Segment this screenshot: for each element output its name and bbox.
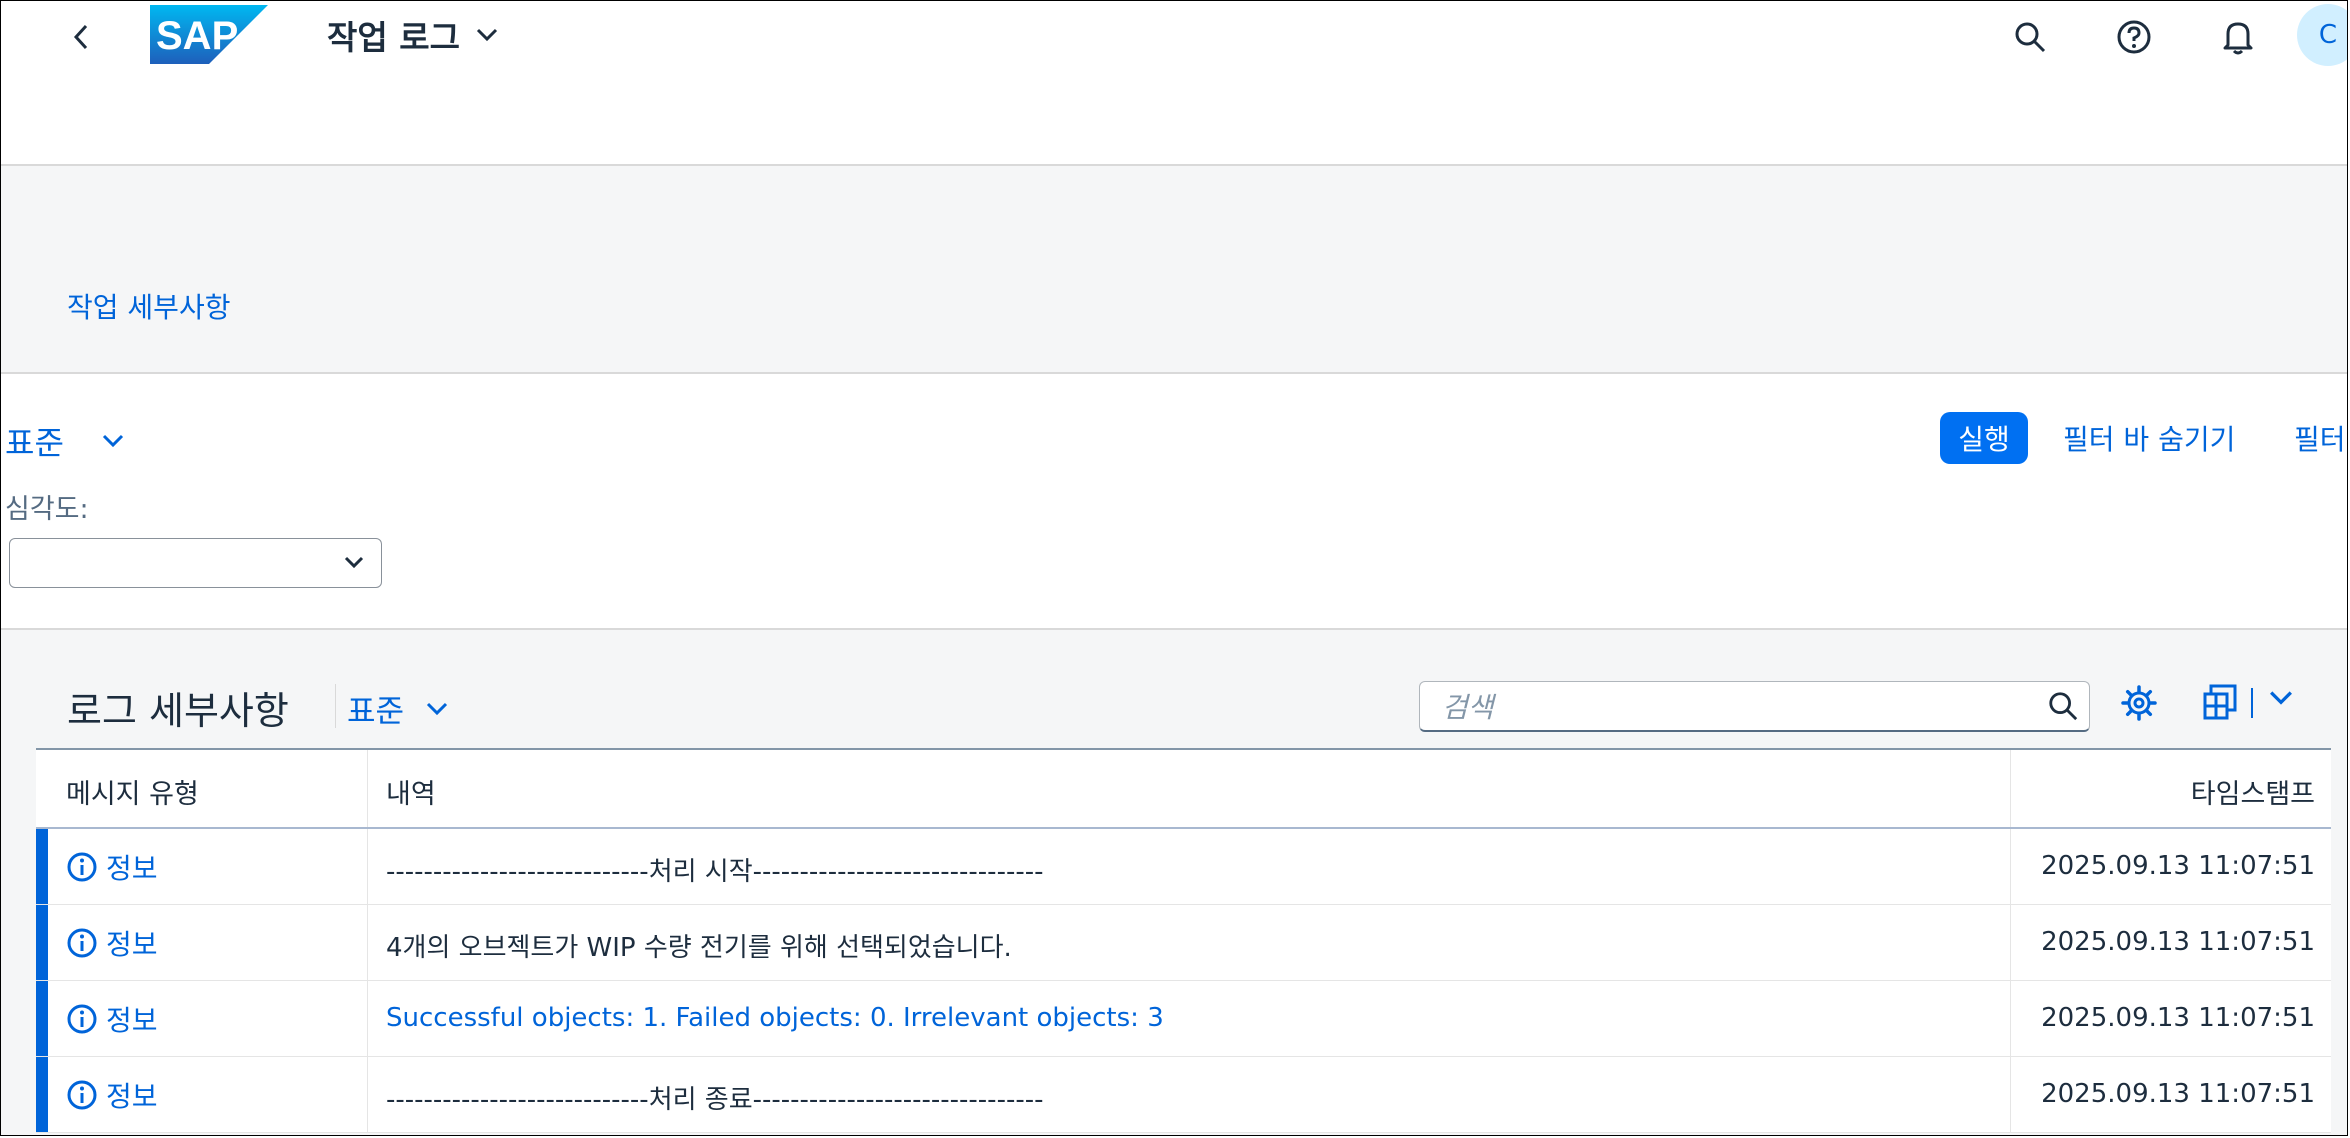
tab-job-details[interactable]: 작업 세부사항 — [67, 286, 230, 326]
help-icon — [2117, 20, 2151, 54]
message-type-label: 정보 — [106, 1004, 158, 1037]
sap-logo[interactable]: SAP — [150, 5, 268, 64]
description-text: ----------------------------처리 시작-------… — [386, 857, 1044, 887]
cell-description: 4개의 오브젝트가 WIP 수량 전기를 위해 선택되었습니다. — [368, 905, 2011, 980]
column-header-label: 메시지 유형 — [66, 779, 199, 810]
timestamp-text: 2025.09.13 11:07:51 — [2041, 1003, 2315, 1033]
export-button[interactable] — [2201, 682, 2241, 726]
user-avatar[interactable]: C — [2297, 4, 2347, 66]
filter-bar: 표준 실행 필터 바 숨기기 필터 심각도: — [1, 374, 2347, 630]
cell-message-type: 정보 — [36, 829, 368, 904]
table-header-row: 메시지 유형 내역 타임스탬프 — [36, 750, 2331, 829]
column-header-message-type[interactable]: 메시지 유형 — [36, 750, 368, 827]
run-button[interactable]: 실행 — [1940, 412, 2028, 464]
severity-label: 심각도: — [5, 494, 89, 525]
avatar-initial: C — [2318, 20, 2338, 50]
message-type-label: 정보 — [106, 852, 158, 885]
timestamp-text: 2025.09.13 11:07:51 — [2041, 927, 2315, 957]
table-variant-label: 표준 — [347, 694, 405, 730]
info-icon — [67, 852, 97, 882]
message-type-link[interactable]: 정보 — [66, 847, 158, 887]
variant-label: 표준 — [5, 424, 64, 462]
timestamp-text: 2025.09.13 11:07:51 — [2041, 1079, 2315, 1109]
info-icon — [67, 928, 97, 958]
log-details-section: 로그 세부사항 표준 검색 메시지 유형 내역 타임스탬프 정보 -------… — [1, 630, 2347, 1135]
message-type-link[interactable]: 정보 — [66, 999, 158, 1039]
cell-timestamp: 2025.09.13 11:07:51 — [2011, 981, 2331, 1056]
message-type-label: 정보 — [106, 928, 158, 961]
cell-timestamp: 2025.09.13 11:07:51 — [2011, 905, 2331, 980]
object-header: 작업 세부사항 — [1, 166, 2347, 374]
export-menu-button[interactable] — [2269, 690, 2293, 710]
cell-description: ----------------------------처리 시작-------… — [368, 829, 2011, 904]
log-table: 메시지 유형 내역 타임스탬프 정보 ---------------------… — [36, 748, 2331, 1133]
column-header-timestamp[interactable]: 타임스탬프 — [2011, 750, 2331, 827]
table-row[interactable]: 정보 Successful objects: 1. Failed objects… — [36, 981, 2331, 1057]
svg-text:SAP: SAP — [156, 14, 238, 58]
cell-description: ----------------------------처리 종료-------… — [368, 1057, 2011, 1132]
column-header-label: 타임스탬프 — [2190, 779, 2315, 810]
table-row[interactable]: 정보 4개의 오브젝트가 WIP 수량 전기를 위해 선택되었습니다. 2025… — [36, 905, 2331, 981]
description-link[interactable]: Successful objects: 1. Failed objects: 0… — [386, 1003, 1164, 1033]
export-divider — [2251, 688, 2253, 718]
notification-bell-icon — [2223, 22, 2253, 55]
app-title: 작업 로그 — [327, 18, 460, 57]
shell-bar: SAP 작업 로그 C — [1, 1, 2347, 166]
app-title-menu[interactable]: 작업 로그 — [327, 11, 498, 59]
export-spreadsheet-icon — [2203, 684, 2237, 720]
message-type-label: 정보 — [106, 1080, 158, 1113]
chevron-down-icon — [102, 434, 123, 448]
cell-message-type: 정보 — [36, 905, 368, 980]
timestamp-text: 2025.09.13 11:07:51 — [2041, 851, 2315, 881]
gear-icon — [2121, 685, 2157, 721]
help-button[interactable] — [2110, 13, 2158, 61]
table-settings-button[interactable] — [2119, 683, 2159, 727]
back-button[interactable] — [59, 15, 103, 59]
message-type-link[interactable]: 정보 — [66, 923, 158, 963]
severity-select[interactable] — [9, 538, 382, 588]
chevron-down-icon — [476, 28, 497, 42]
search-icon — [2015, 22, 2046, 53]
table-row[interactable]: 정보 ----------------------------처리 종료----… — [36, 1057, 2331, 1133]
title-divider — [335, 684, 336, 728]
cell-message-type: 정보 — [36, 1057, 368, 1132]
filters-button[interactable]: 필터 — [2294, 418, 2346, 458]
chevron-down-icon — [2270, 691, 2292, 705]
cell-message-type: 정보 — [36, 981, 368, 1056]
cell-timestamp: 2025.09.13 11:07:51 — [2011, 1057, 2331, 1132]
app-window: SAP 작업 로그 C 작업 세부사항 표준 실행 필터 바 숨기기 필터 심각… — [0, 0, 2348, 1136]
description-text: ----------------------------처리 종료-------… — [386, 1085, 1044, 1115]
chevron-down-icon — [344, 556, 364, 569]
hide-filter-bar-button[interactable]: 필터 바 숨기기 — [2063, 418, 2235, 458]
message-type-link[interactable]: 정보 — [66, 1075, 158, 1115]
column-header-label: 내역 — [386, 779, 436, 810]
cell-timestamp: 2025.09.13 11:07:51 — [2011, 829, 2331, 904]
info-icon — [67, 1080, 97, 1110]
description-text: 4개의 오브젝트가 WIP 수량 전기를 위해 선택되었습니다. — [386, 933, 1012, 963]
table-variant-selector[interactable]: 표준 — [347, 686, 448, 731]
search-icon[interactable] — [2047, 690, 2079, 726]
notifications-button[interactable] — [2214, 13, 2262, 61]
shell-search-button[interactable] — [2006, 13, 2054, 61]
info-icon — [67, 1004, 97, 1034]
chevron-down-icon — [426, 702, 448, 715]
cell-description: Successful objects: 1. Failed objects: 0… — [368, 981, 2011, 1056]
table-search-field[interactable] — [1419, 681, 2090, 732]
log-table-title: 로그 세부사항 — [67, 689, 289, 733]
variant-selector[interactable]: 표준 — [5, 418, 124, 464]
table-row[interactable]: 정보 ----------------------------처리 시작----… — [36, 829, 2331, 905]
search-input[interactable] — [1440, 682, 2034, 732]
column-header-description[interactable]: 내역 — [368, 750, 2011, 827]
back-icon — [73, 24, 88, 50]
